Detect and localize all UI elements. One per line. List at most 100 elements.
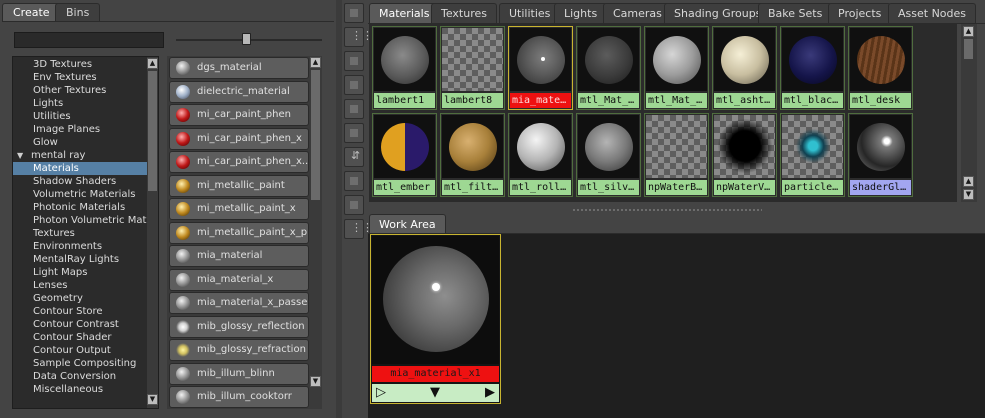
category-item[interactable]: Data Conversion (13, 370, 147, 383)
category-item[interactable]: Photon Volumetric Mat... (13, 214, 147, 227)
node-button[interactable]: mi_car_paint_phen_x... (169, 151, 309, 173)
category-item[interactable]: Geometry (13, 292, 147, 305)
material-swatch[interactable]: mtl_blac... (780, 26, 845, 110)
category-item[interactable]: Utilities (13, 110, 147, 123)
category-item[interactable]: Photonic Materials (13, 201, 147, 214)
toolbar-button-5[interactable] (344, 99, 364, 119)
node-button[interactable]: dgs_material (169, 57, 309, 79)
toolbar-button-10[interactable]: ⋮⋮ (344, 219, 373, 239)
node-button[interactable]: mia_material (169, 245, 309, 267)
node-button[interactable]: mib_illum_blinn (169, 362, 309, 385)
category-item[interactable]: Textures (13, 227, 147, 240)
category-item[interactable]: Environments (13, 240, 147, 253)
material-swatch[interactable]: mtl_filter (440, 113, 505, 197)
toolbar-button-8[interactable] (344, 171, 364, 191)
expand-down-icon[interactable]: ▼ (430, 385, 440, 401)
tab-shading-groups[interactable]: Shading Groups (664, 3, 772, 23)
category-item[interactable]: Contour Contrast (13, 318, 147, 331)
scroll-up-arrow-icon[interactable]: ▲ (310, 57, 321, 68)
category-scrollbar[interactable]: ▲ ▼ (147, 57, 158, 408)
category-item[interactable]: Env Textures (13, 71, 147, 84)
node-button[interactable]: mib_glossy_refraction (169, 339, 309, 361)
toolbar-button-7[interactable]: ⇵ (344, 147, 364, 167)
category-item[interactable]: Shadow Shaders (13, 175, 147, 188)
category-item[interactable]: Other Textures (13, 84, 147, 97)
node-button[interactable]: mib_glossy_reflection (169, 315, 309, 338)
material-swatch[interactable]: mtl_roll... (508, 113, 573, 197)
node-name-label[interactable]: mia_material_x1 (372, 366, 499, 382)
node-button[interactable]: mi_metallic_paint (169, 174, 309, 197)
category-item[interactable]: Contour Store (13, 305, 147, 318)
scroll-up-arrow-icon[interactable]: ▲ (963, 26, 974, 37)
scroll-down-arrow-icon[interactable]: ▼ (147, 394, 158, 405)
scroll-down-arrow-icon[interactable]: ▼ (310, 376, 321, 387)
scroll-up-arrow-icon[interactable]: ▲ (963, 176, 974, 187)
node-button[interactable]: mia_material_x (169, 268, 309, 291)
material-swatch[interactable]: mtl_Mat_... (576, 26, 641, 110)
filter-input[interactable] (14, 32, 164, 48)
scroll-down-arrow-icon[interactable]: ▼ (963, 189, 974, 200)
toolbar-button-1[interactable] (344, 3, 364, 23)
material-swatch[interactable]: shaderGl... (848, 113, 913, 197)
category-item[interactable]: Materials (13, 162, 147, 175)
category-item[interactable]: Contour Output (13, 344, 147, 357)
category-item[interactable]: Miscellaneous (13, 383, 147, 396)
material-swatch[interactable]: mtl_asht... (712, 26, 777, 110)
material-swatch[interactable]: mtl_silv... (576, 113, 641, 197)
node-button[interactable]: mia_material_x_passes (169, 292, 309, 314)
tab-create[interactable]: Create (2, 3, 61, 21)
node-list-scrollbar[interactable]: ▲ ▼ (310, 56, 321, 409)
input-port-icon[interactable]: ▷ (376, 385, 386, 401)
toolbar-button-6[interactable] (344, 123, 364, 143)
swatch-scrollbar[interactable]: ▲ ▲ ▼ (961, 24, 977, 202)
category-item[interactable]: Volumetric Materials (13, 188, 147, 201)
material-swatch[interactable]: lambert1 (372, 26, 437, 110)
tab-utilities[interactable]: Utilities (499, 3, 561, 23)
output-port-icon[interactable]: ▶ (485, 385, 495, 401)
tab-bake-sets[interactable]: Bake Sets (758, 3, 833, 23)
node-button[interactable]: mi_metallic_paint_x (169, 198, 309, 220)
scroll-up-arrow-icon[interactable]: ▲ (147, 58, 158, 69)
tab-cameras[interactable]: Cameras (603, 3, 672, 23)
category-item[interactable]: MentalRay Lights (13, 253, 147, 266)
category-item[interactable]: Sample Compositing (13, 357, 147, 370)
icon-size-slider-handle[interactable] (242, 33, 251, 45)
scroll-thumb[interactable] (311, 70, 320, 200)
toolbar-button-2[interactable]: ⋮⋮ (344, 27, 373, 47)
node-button[interactable]: mi_car_paint_phen_x (169, 127, 309, 150)
material-swatch[interactable]: lambert8 (440, 26, 505, 110)
tree-expand-icon[interactable]: ▼ (17, 149, 23, 162)
tab-work-area[interactable]: Work Area (369, 214, 446, 233)
node-button[interactable]: mi_metallic_paint_x_p... (169, 221, 309, 244)
scroll-thumb[interactable] (964, 39, 973, 59)
category-item[interactable]: Lights (13, 97, 147, 110)
category-item[interactable]: Lenses (13, 279, 147, 292)
tab-projects[interactable]: Projects (828, 3, 892, 23)
node-button[interactable]: mib_illum_cooktorr (169, 386, 309, 408)
category-item[interactable]: Contour Shader (13, 331, 147, 344)
category-item[interactable]: ▼ mental ray (13, 149, 147, 162)
material-swatch[interactable]: mtl_desk (848, 26, 913, 110)
material-swatch[interactable]: mtl_Mat_... (644, 26, 709, 110)
toolbar-button-3[interactable] (344, 51, 364, 71)
tab-materials[interactable]: Materials (369, 3, 440, 23)
category-item[interactable]: 3D Textures (13, 58, 147, 71)
scroll-thumb[interactable] (148, 71, 157, 191)
node-button[interactable]: dielectric_material (169, 80, 309, 103)
category-item[interactable]: Light Maps (13, 266, 147, 279)
pane-split-handle[interactable] (572, 209, 762, 211)
category-item[interactable]: Image Planes (13, 123, 147, 136)
tab-lights[interactable]: Lights (554, 3, 608, 23)
category-item[interactable]: Glow (13, 136, 147, 149)
node-button[interactable]: mi_car_paint_phen (169, 104, 309, 126)
toolbar-button-9[interactable] (344, 195, 364, 215)
work-area-node[interactable]: mia_material_x1 ▷ ▼ ▶ (370, 234, 501, 404)
material-swatch[interactable]: npWaterB... (644, 113, 709, 197)
material-swatch[interactable]: mtl_ember (372, 113, 437, 197)
material-swatch[interactable]: npWaterV... (712, 113, 777, 197)
tab-textures[interactable]: Textures (431, 3, 497, 23)
material-swatch[interactable]: particle... (780, 113, 845, 197)
material-swatch[interactable]: mia_mate... (508, 26, 573, 110)
toolbar-button-4[interactable] (344, 75, 364, 95)
tab-asset-nodes[interactable]: Asset Nodes (888, 3, 977, 23)
